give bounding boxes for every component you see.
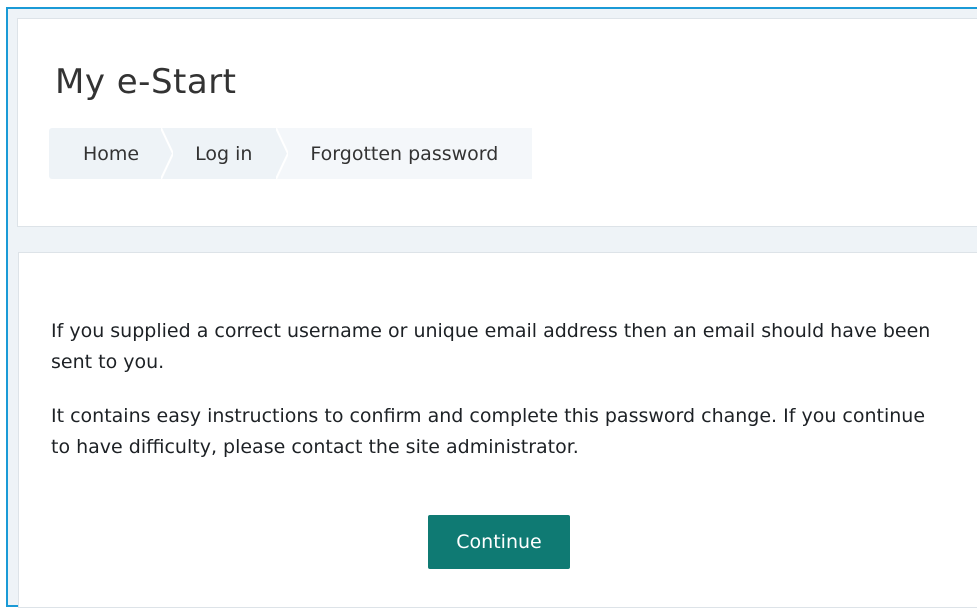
continue-button[interactable]: Continue (428, 515, 570, 569)
breadcrumb-separator-icon (276, 128, 289, 179)
breadcrumb-item-forgotten-password: Forgotten password (276, 128, 533, 179)
breadcrumb-label-login: Log in (195, 142, 253, 165)
confirmation-message: If you supplied a correct username or un… (51, 320, 931, 373)
breadcrumb-label-home: Home (83, 142, 140, 165)
message-card: If you supplied a correct username or un… (18, 252, 977, 608)
breadcrumb-item-login[interactable]: Log in (161, 128, 289, 179)
breadcrumb: Home Log in Forgotten password (49, 128, 533, 179)
breadcrumb-label-forgotten-password: Forgotten password (310, 142, 499, 165)
breadcrumb-item-home[interactable]: Home (49, 128, 174, 179)
page-title: My e-Start (55, 62, 237, 102)
breadcrumb-separator-icon (161, 128, 174, 179)
instructions-message: It contains easy instructions to confirm… (51, 405, 926, 458)
page-header: My e-Start Home Log in Forgotten passwor… (17, 18, 977, 227)
browser-frame: My e-Start Home Log in Forgotten passwor… (6, 7, 977, 608)
